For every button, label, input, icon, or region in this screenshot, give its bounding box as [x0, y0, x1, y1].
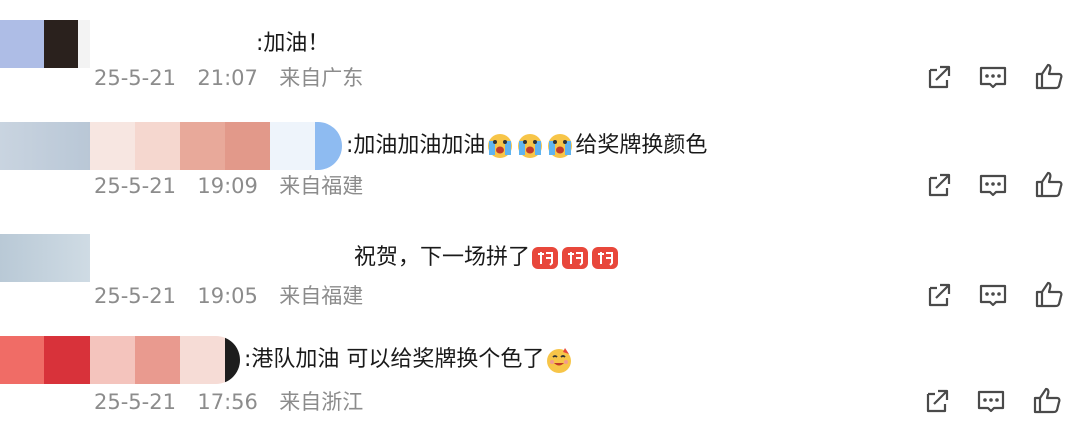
jiayou-badge-icon	[532, 247, 559, 269]
comment-text-content: :加油加油加油	[346, 133, 486, 158]
comment-item: :港队加油 可以给奖牌换个色了 25-5-21 17:56 来自浙江	[0, 336, 1080, 446]
reply-icon[interactable]	[974, 384, 1008, 418]
comment-text-content: :港队加油 可以给奖牌换个色了	[244, 347, 545, 372]
comment-meta: 25-5-21 19:09 来自福建	[94, 172, 363, 200]
comment-text-content: :加油！	[256, 31, 330, 56]
crying-face-icon	[488, 134, 513, 158]
comment-location: 来自福建	[279, 174, 364, 198]
comment-actions	[920, 278, 1070, 312]
reply-icon[interactable]	[976, 60, 1010, 94]
crying-face-icon	[548, 134, 573, 158]
comment-time: 19:09	[197, 174, 258, 198]
comment-date: 25-5-21	[94, 390, 176, 414]
like-icon[interactable]	[1030, 384, 1064, 418]
comment-text-content: 祝贺，下一场拼了	[354, 245, 531, 270]
comment-actions	[920, 168, 1070, 202]
comment-location: 来自浙江	[279, 390, 364, 414]
party-face-icon	[547, 348, 572, 373]
comment-meta: 25-5-21 19:05 来自福建	[94, 282, 363, 310]
like-icon[interactable]	[1032, 278, 1066, 312]
comment-time: 21:07	[197, 66, 258, 90]
share-icon[interactable]	[920, 384, 954, 418]
comment-actions	[920, 384, 1070, 418]
comment-date: 25-5-21	[94, 66, 176, 90]
jiayou-badge-icon	[592, 247, 619, 269]
comment-location: 来自福建	[279, 284, 364, 308]
comment-text: :港队加油 可以给奖牌换个色了	[244, 336, 574, 384]
jiayou-badge-icon	[562, 247, 589, 269]
comment-item: :加油！ 25-5-21 21:07 来自广东	[0, 20, 1080, 130]
comment-date: 25-5-21	[94, 174, 176, 198]
comment-meta: 25-5-21 17:56 来自浙江	[94, 388, 363, 416]
like-icon[interactable]	[1032, 168, 1066, 202]
share-icon[interactable]	[922, 278, 956, 312]
comment-location: 来自广东	[279, 66, 364, 90]
comment-actions	[920, 60, 1070, 94]
avatar[interactable]	[0, 336, 90, 384]
comment-text: :加油！	[256, 20, 329, 68]
comment-meta: 25-5-21 21:07 来自广东	[94, 64, 363, 92]
reply-icon[interactable]	[976, 278, 1010, 312]
comment-date: 25-5-21	[94, 284, 176, 308]
avatar[interactable]	[0, 20, 90, 68]
redacted-username	[90, 336, 240, 384]
avatar[interactable]	[0, 122, 90, 170]
avatar[interactable]	[0, 234, 90, 282]
like-icon[interactable]	[1032, 60, 1066, 94]
comment-text-continuation: 给奖牌换颜色	[575, 133, 708, 158]
comment-text: 祝贺，下一场拼了	[354, 234, 620, 282]
crying-face-icon	[518, 134, 543, 158]
comment-item: :加油加油加油 给奖牌换颜色 25-5-21 19:09 来自福建	[0, 122, 1080, 232]
share-icon[interactable]	[922, 168, 956, 202]
share-icon[interactable]	[922, 60, 956, 94]
reply-icon[interactable]	[976, 168, 1010, 202]
comment-time: 17:56	[197, 390, 258, 414]
comment-text: :加油加油加油 给奖牌换颜色	[346, 122, 707, 170]
comment-time: 19:05	[197, 284, 258, 308]
redacted-username	[90, 122, 342, 170]
comment-item: 祝贺，下一场拼了 25-5-21 19:05 来自福建	[0, 234, 1080, 344]
